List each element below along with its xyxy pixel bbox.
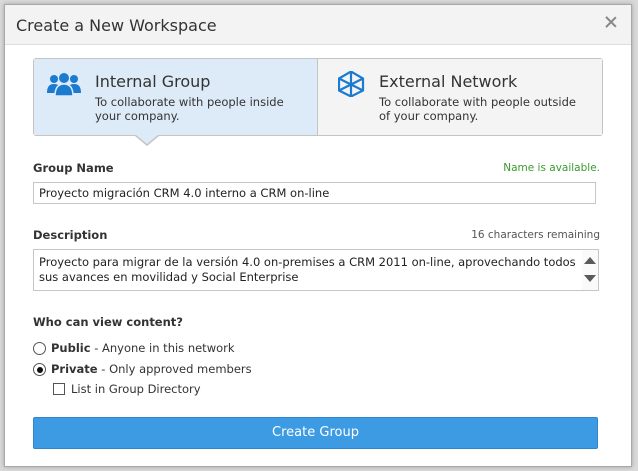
create-group-button[interactable]: Create Group xyxy=(33,417,598,449)
external-network-title: External Network xyxy=(379,72,518,91)
list-in-directory-checkbox[interactable]: List in Group Directory xyxy=(53,382,213,398)
public-option-detail: - Anyone in this network xyxy=(90,341,235,355)
selection-pointer-fill xyxy=(136,135,158,144)
internal-group-option[interactable]: Internal Group To collaborate with peopl… xyxy=(34,59,318,135)
public-option-text: Public - Anyone in this network xyxy=(51,341,235,355)
external-network-description: To collaborate with people outside of yo… xyxy=(379,95,576,123)
scroll-down-arrow-icon[interactable] xyxy=(584,275,596,282)
public-option-name: Public xyxy=(51,341,91,355)
dialog-titlebar: Create a New Workspace xyxy=(5,5,631,45)
directory-checkbox-box[interactable] xyxy=(53,383,65,395)
description-text: Proyecto para migrar de la versión 4.0 o… xyxy=(39,255,576,284)
network-icon xyxy=(338,71,365,97)
group-name-label: Group Name xyxy=(33,161,114,175)
group-name-input[interactable] xyxy=(33,182,596,204)
private-option-name: Private xyxy=(51,362,98,376)
external-network-option[interactable]: External Network To collaborate with peo… xyxy=(318,59,602,135)
internal-group-title: Internal Group xyxy=(95,72,211,91)
name-available-status: Name is available. xyxy=(503,162,600,174)
private-radio-button[interactable] xyxy=(33,363,46,376)
description-textarea[interactable]: Proyecto para migrar de la versión 4.0 o… xyxy=(33,249,599,291)
description-label: Description xyxy=(33,228,108,242)
characters-remaining: 16 characters remaining xyxy=(471,229,600,241)
dialog-title: Create a New Workspace xyxy=(16,16,217,35)
internal-group-description: To collaborate with people inside your c… xyxy=(95,95,284,123)
visibility-label: Who can view content? xyxy=(33,315,183,329)
scroll-up-arrow-icon[interactable] xyxy=(584,257,596,264)
close-icon[interactable] xyxy=(603,14,619,30)
description-scrollbar[interactable] xyxy=(582,250,598,290)
create-workspace-dialog: Create a New Workspace Internal Group To… xyxy=(4,4,632,467)
visibility-public-radio[interactable]: Public - Anyone in this network xyxy=(33,341,235,357)
people-group-icon xyxy=(47,73,81,97)
workspace-type-selector: Internal Group To collaborate with peopl… xyxy=(33,58,603,136)
private-option-detail: - Only approved members xyxy=(97,362,252,376)
public-radio-button[interactable] xyxy=(33,342,46,355)
visibility-private-radio[interactable]: Private - Only approved members xyxy=(33,362,253,378)
directory-checkbox-label: List in Group Directory xyxy=(71,382,201,396)
private-option-text: Private - Only approved members xyxy=(51,362,252,376)
